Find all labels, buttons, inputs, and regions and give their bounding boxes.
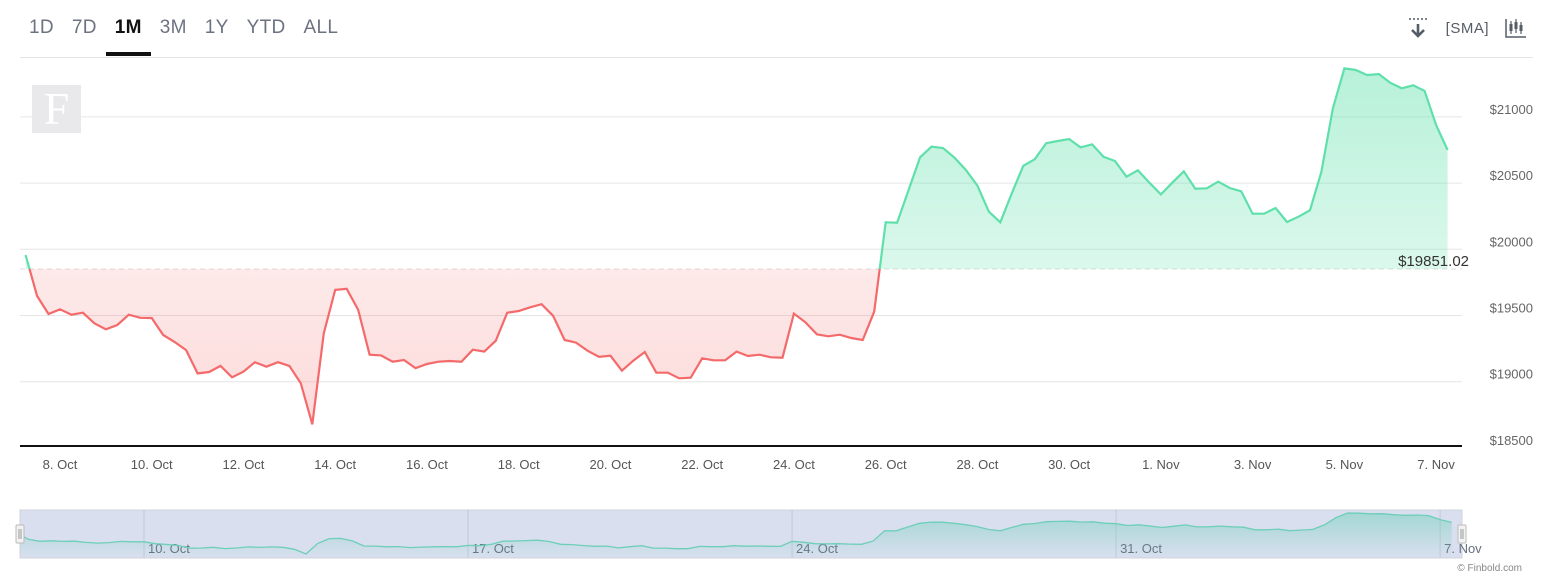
x-tick-label: 20. Oct [589, 457, 631, 472]
x-tick-label: 30. Oct [1048, 457, 1090, 472]
x-tick-label: 14. Oct [314, 457, 356, 472]
x-tick-label: 12. Oct [223, 457, 265, 472]
baseline-label: $19851.02 [1398, 253, 1469, 270]
x-tick-label: 22. Oct [681, 457, 723, 472]
price-chart: $18500 $19000 $19500 $20000 $20500 $21000 $198… [15, 67, 1533, 559]
navigator-handle-right[interactable] [1457, 524, 1467, 544]
x-tick-label: 8. Oct [43, 457, 78, 472]
x-tick-label: 3. Nov [1234, 457, 1272, 472]
credit-link[interactable]: © Finbold.com [1457, 563, 1522, 574]
y-tick-label: $20000 [1490, 234, 1533, 249]
y-tick-label: $19500 [1490, 301, 1533, 316]
x-tick-label: 5. Nov [1326, 457, 1364, 472]
y-tick-label: $21000 [1490, 102, 1533, 117]
x-tick-label: 16. Oct [406, 457, 448, 472]
x-tick-label: 18. Oct [498, 457, 540, 472]
y-tick-label: $18500 [1490, 433, 1533, 448]
x-tick-label: 1. Nov [1142, 457, 1180, 472]
navigator[interactable]: 10. Oct17. Oct24. Oct31. Oct7. Nov [15, 509, 1482, 559]
x-tick-label: 10. Oct [131, 457, 173, 472]
finbold-logo: F [32, 85, 81, 133]
x-tick-label: 7. Nov [1417, 457, 1455, 472]
x-tick-label: 26. Oct [865, 457, 907, 472]
x-tick-label: 24. Oct [773, 457, 815, 472]
y-tick-label: $20500 [1490, 168, 1533, 183]
navigator-handle-left[interactable] [15, 524, 25, 544]
y-tick-label: $19000 [1490, 367, 1533, 382]
x-tick-label: 28. Oct [956, 457, 998, 472]
